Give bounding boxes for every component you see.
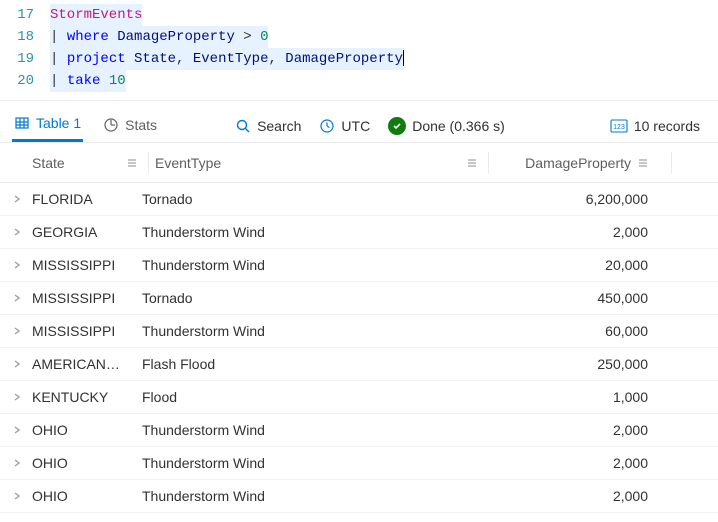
cell-state: OHIO [32,455,142,471]
check-icon [388,117,406,135]
code-line[interactable]: StormEvents [50,4,142,26]
line-number: 18 [0,26,50,48]
cell-eventtype: Thunderstorm Wind [142,422,508,438]
tab-table-label: Table 1 [36,115,81,131]
cell-damage: 2,000 [508,488,678,504]
status-text: Done (0.366 s) [412,118,505,134]
clock-icon [319,118,335,134]
line-number: 19 [0,48,50,70]
table-row[interactable]: AMERICAN…Flash Flood250,000 [0,348,718,381]
svg-text:123: 123 [613,124,625,131]
col-header-eventtype[interactable]: EventType [155,155,482,171]
cell-damage: 6,200,000 [508,191,678,207]
cell-damage: 60,000 [508,323,678,339]
expand-row-icon[interactable] [12,290,32,306]
column-menu-icon[interactable] [126,157,142,169]
search-label: Search [257,118,301,134]
grid-header: State EventType DamageProperty [0,143,718,183]
table-row[interactable]: OHIOThunderstorm Wind2,000 [0,480,718,513]
cell-eventtype: Thunderstorm Wind [142,488,508,504]
table-row[interactable]: FLORIDATornado6,200,000 [0,183,718,216]
cell-eventtype: Flash Flood [142,356,508,372]
cell-eventtype: Flood [142,389,508,405]
cell-state: FLORIDA [32,191,142,207]
col-header-state-label: State [32,155,65,171]
expand-row-icon[interactable] [12,389,32,405]
table-row[interactable]: OHIOThunderstorm Wind2,000 [0,447,718,480]
code-line[interactable]: | take 10 [50,70,126,92]
utc-toggle[interactable]: UTC [319,118,370,134]
code-line[interactable]: | where DamageProperty > 0 [50,26,268,48]
cell-state: AMERICAN… [32,356,142,372]
cell-state: GEORGIA [32,224,142,240]
expand-row-icon[interactable] [12,224,32,240]
cell-state: OHIO [32,488,142,504]
tab-stats[interactable]: Stats [101,111,159,141]
grid-body: FLORIDATornado6,200,000GEORGIAThundersto… [0,183,718,513]
query-editor[interactable]: 17StormEvents18| where DamageProperty > … [0,0,718,100]
record-count: 123 10 records [610,118,706,134]
cell-damage: 250,000 [508,356,678,372]
col-header-state[interactable]: State [32,155,142,171]
results-toolbar: Table 1 Stats Search UTC Done (0.366 s) [0,100,718,142]
cell-eventtype: Thunderstorm Wind [142,224,508,240]
tab-stats-label: Stats [125,117,157,133]
table-row[interactable]: GEORGIAThunderstorm Wind2,000 [0,216,718,249]
cell-state: MISSISSIPPI [32,323,142,339]
col-header-eventtype-label: EventType [155,155,221,171]
record-count-label: 10 records [634,118,700,134]
table-row[interactable]: KENTUCKYFlood1,000 [0,381,718,414]
cell-state: OHIO [32,422,142,438]
cell-damage: 1,000 [508,389,678,405]
utc-label: UTC [341,118,370,134]
cell-eventtype: Thunderstorm Wind [142,455,508,471]
table-icon [14,115,30,131]
text-cursor [403,50,404,66]
cell-damage: 20,000 [508,257,678,273]
cell-state: MISSISSIPPI [32,290,142,306]
table-row[interactable]: MISSISSIPPIThunderstorm Wind20,000 [0,249,718,282]
expand-row-icon[interactable] [12,488,32,504]
cell-eventtype: Tornado [142,290,508,306]
expand-row-icon[interactable] [12,455,32,471]
cell-damage: 2,000 [508,224,678,240]
cell-eventtype: Thunderstorm Wind [142,257,508,273]
cell-state: MISSISSIPPI [32,257,142,273]
search-button[interactable]: Search [235,118,301,134]
line-number: 17 [0,4,50,26]
cell-eventtype: Thunderstorm Wind [142,323,508,339]
column-menu-icon[interactable] [637,157,649,169]
col-header-damage[interactable]: DamageProperty [495,155,665,171]
table-row[interactable]: MISSISSIPPITornado450,000 [0,282,718,315]
cell-damage: 2,000 [508,455,678,471]
column-menu-icon[interactable] [466,157,482,169]
col-header-damage-label: DamageProperty [525,155,631,171]
tab-table[interactable]: Table 1 [12,109,83,142]
expand-row-icon[interactable] [12,191,32,207]
search-icon [235,118,251,134]
cell-state: KENTUCKY [32,389,142,405]
expand-row-icon[interactable] [12,422,32,438]
cell-eventtype: Tornado [142,191,508,207]
code-line[interactable]: | project State, EventType, DamageProper… [50,48,404,70]
stats-icon [103,117,119,133]
table-row[interactable]: OHIOThunderstorm Wind2,000 [0,414,718,447]
expand-row-icon[interactable] [12,257,32,273]
cell-damage: 2,000 [508,422,678,438]
expand-row-icon[interactable] [12,323,32,339]
cell-damage: 450,000 [508,290,678,306]
records-icon: 123 [610,119,628,133]
table-row[interactable]: MISSISSIPPIThunderstorm Wind60,000 [0,315,718,348]
status-done: Done (0.366 s) [388,117,505,135]
expand-row-icon[interactable] [12,356,32,372]
results-grid: State EventType DamageProperty FLORIDATo… [0,142,718,513]
line-number: 20 [0,70,50,92]
